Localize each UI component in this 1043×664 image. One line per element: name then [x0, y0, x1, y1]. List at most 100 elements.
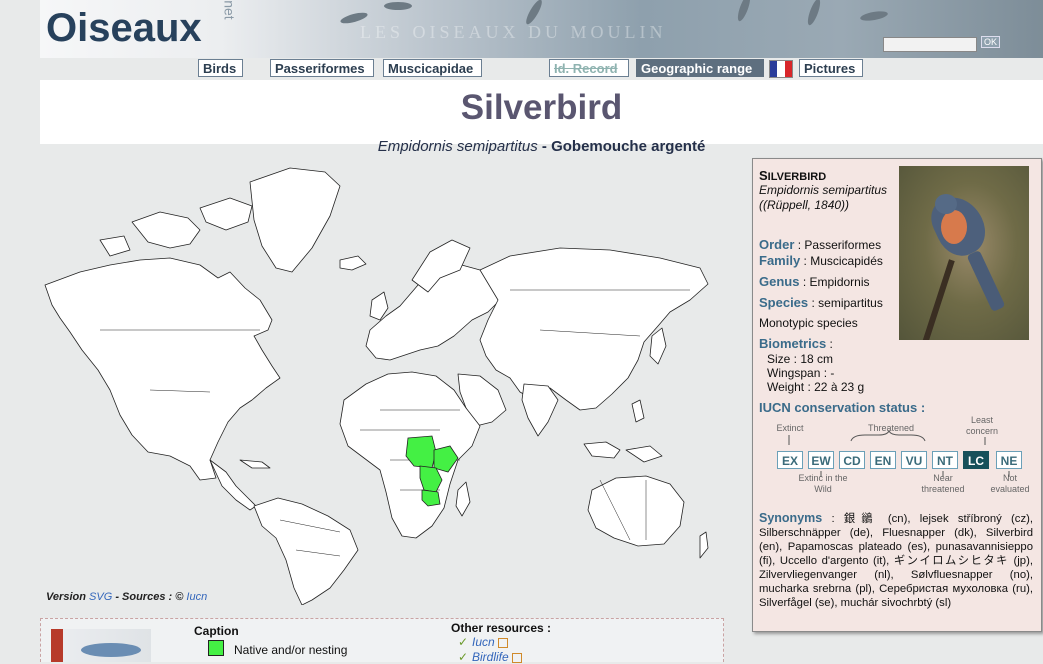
thumbnail-bird-icon: [81, 643, 141, 657]
page-subtitle: Empidornis semipartitus - Gobemouche arg…: [40, 138, 1043, 155]
synonyms-text: : 銀鶲 (cn), lejsek stříbroný (cz), Silber…: [759, 513, 1034, 609]
nav-geographic-range[interactable]: Geographic range: [636, 59, 764, 77]
other-resources-title: Other resources :: [451, 621, 552, 635]
subtitle-separator: -: [537, 138, 552, 155]
order-label[interactable]: Order: [759, 237, 794, 252]
synonyms-block: Synonyms : 銀鶲 (cn), lejsek stříbroný (cz…: [759, 511, 1033, 610]
iucn-lc[interactable]: LC: [963, 451, 989, 469]
book-thumbnail[interactable]: [51, 629, 151, 662]
order-row: Order : Passeriformes: [759, 237, 881, 252]
iucn-ew[interactable]: EW: [808, 451, 834, 469]
site-logo[interactable]: Oiseaux: [46, 6, 202, 51]
note-not-evaluated: Not evaluated: [990, 473, 1030, 494]
photo-bird-tail: [966, 249, 1006, 313]
svg-link[interactable]: SVG: [89, 591, 112, 603]
species-row: Species : semipartitus: [759, 295, 883, 310]
iucn-en[interactable]: EN: [870, 451, 896, 469]
family-value: : Muscicapidés: [803, 254, 883, 268]
note-near-threatened: Near threatened: [921, 473, 965, 494]
resource-link-birdlife[interactable]: ✓ Birdlife: [458, 650, 522, 664]
nav-id-record[interactable]: Id. Record: [549, 59, 629, 77]
genus-label[interactable]: Genus: [759, 274, 799, 289]
arctic-islands: [131, 211, 201, 249]
legend-native-label: Native and/or nesting: [234, 643, 348, 657]
logo-suffix: .net: [221, 0, 238, 20]
japan: [649, 327, 667, 365]
page: Oiseaux .net LES OISEAUX DU MOULIN OK Bi…: [40, 0, 1043, 664]
world-map[interactable]: [40, 160, 712, 605]
genus-value: : Empidornis: [802, 275, 870, 289]
iucn-scale: Extinct Threatened Least concern EX EW C…: [775, 415, 1043, 507]
iucn-source-link[interactable]: Iucn: [186, 591, 207, 603]
caribbean: [239, 459, 271, 469]
legend-resources-box: [40, 618, 724, 662]
info-author: ((Rüppell, 1840)): [759, 198, 850, 212]
australia: [587, 475, 685, 547]
scientific-name: Empidornis semipartitus: [377, 138, 538, 155]
photo-bird-head: [935, 194, 957, 214]
search-input[interactable]: [883, 37, 977, 52]
photo-bird-breast: [941, 210, 967, 244]
version-label: Version: [46, 591, 86, 603]
arctic-islands: [99, 235, 131, 257]
legend-native-swatch: [208, 640, 224, 656]
external-link-icon: [511, 652, 522, 663]
nav-order[interactable]: Passeriformes: [270, 59, 374, 77]
iucn-ex[interactable]: EX: [777, 451, 803, 469]
madagascar: [455, 481, 471, 517]
iucn-vu[interactable]: VU: [901, 451, 927, 469]
species-name-caps: SILVERBIRD: [759, 168, 827, 183]
nav-bar: Birds Passeriformes Muscicapidae Id. Rec…: [40, 59, 1043, 79]
banner-bird-icon: [735, 0, 753, 23]
nav-family[interactable]: Muscicapidae: [383, 59, 482, 77]
resource-link-iucn[interactable]: ✓ Iucn: [458, 635, 508, 649]
banner-bird-icon: [384, 2, 412, 10]
external-link-icon: [497, 637, 508, 648]
biometrics-row: Biometrics :: [759, 336, 833, 351]
species-label[interactable]: Species: [759, 295, 808, 310]
info-sci-name: Empidornis semipartitus: [759, 183, 888, 197]
monotypic-text: Monotypic species: [759, 316, 858, 330]
indonesia: [625, 445, 663, 463]
nav-birds[interactable]: Birds: [198, 59, 243, 77]
check-icon: ✓: [458, 635, 469, 649]
asia: [479, 247, 709, 411]
search-button[interactable]: OK: [981, 36, 1001, 48]
iceland: [339, 255, 367, 271]
weight-text: Weight : 22 à 23 g: [767, 380, 865, 394]
india: [521, 383, 559, 437]
note-extinct-wild: Extinc in the Wild: [798, 473, 848, 494]
french-name: Gobemouche argenté: [551, 138, 706, 155]
species-photo[interactable]: [899, 166, 1029, 340]
caption-title: Caption: [194, 624, 239, 638]
indonesia: [583, 441, 621, 459]
iucn-nt[interactable]: NT: [932, 451, 958, 469]
philippines: [631, 399, 645, 423]
nav-pictures[interactable]: Pictures: [799, 59, 863, 77]
genus-row: Genus : Empidornis: [759, 274, 870, 289]
iucn-cd[interactable]: CD: [839, 451, 865, 469]
banner-bird-icon: [859, 9, 889, 23]
header-banner: Oiseaux .net LES OISEAUX DU MOULIN OK: [40, 0, 1043, 58]
page-title: Silverbird: [460, 88, 623, 127]
biometrics-label: Biometrics: [759, 336, 827, 351]
north-america-landmass: [44, 257, 281, 481]
order-value: : Passeriformes: [797, 238, 882, 252]
iucn-status-label: IUCN conservation status :: [759, 400, 926, 415]
banner-bird-icon: [805, 0, 823, 27]
banner-text: LES OISEAUX DU MOULIN: [360, 22, 667, 42]
size-text: Size : 18 cm: [767, 352, 834, 366]
synonyms-label: Synonyms: [759, 511, 823, 525]
wingspan-text: Wingspan : -: [767, 366, 835, 380]
central-america: [209, 459, 257, 511]
sources-label: - Sources : ©: [115, 591, 184, 603]
greenland: [249, 167, 341, 273]
check-icon: ✓: [458, 650, 469, 664]
map-caption: Version SVG - Sources : © Iucn: [46, 591, 207, 603]
new-zealand: [699, 531, 709, 559]
french-flag-icon[interactable]: [769, 60, 793, 78]
photo-branch: [921, 259, 955, 340]
iucn-ne[interactable]: NE: [996, 451, 1022, 469]
family-label[interactable]: Family: [759, 253, 800, 268]
species-info-card: SILVERBIRD Empidornis semipartitus ((Rüp…: [752, 158, 1042, 632]
